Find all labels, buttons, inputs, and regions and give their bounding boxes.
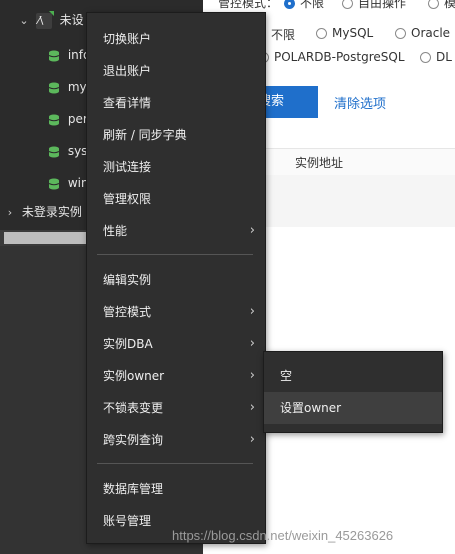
type-option-mysql[interactable]: MySQL [316,26,373,40]
control-mode-option-any[interactable]: 不限 [284,0,324,11]
column-header-address: 实例地址 [295,156,344,170]
type-option-oracle[interactable]: Oracle [395,26,450,40]
menu-item-label: 数据库管理 [103,482,164,496]
tree-instance-row[interactable]: ⌄ ⁄\ 未设 [16,6,84,34]
tree-instance-label: 未设 [59,13,84,27]
menu-item-view-details[interactable]: 查看详情 [87,87,265,119]
menu-item-label: 跨实例查询 [103,433,164,447]
menu-item-instance-dba[interactable]: 实例DBA › [87,328,265,360]
menu-separator [97,254,253,255]
database-icon [48,146,60,157]
menu-item-label: 测试连接 [103,160,152,174]
menu-item-label: 刷新 / 同步字典 [103,128,187,142]
menu-item-label: 实例DBA [103,337,153,351]
option-label: 不限 [271,28,296,42]
radio-icon[interactable] [428,0,439,9]
chevron-right-icon: › [249,368,255,383]
radio-icon[interactable] [316,28,327,39]
menu-item-label: 管理权限 [103,192,152,206]
submenu-item-set-owner[interactable]: 设置owner [264,392,442,424]
option-label: Oracle [411,26,451,40]
menu-item-test-connection[interactable]: 测试连接 [87,151,265,183]
chevron-right-icon: › [249,400,255,415]
menu-item-label: 管控模式 [103,305,152,319]
menu-item-switch-account[interactable]: 切换账户 [87,23,265,55]
menu-item-logout-account[interactable]: 退出账户 [87,55,265,87]
menu-item-control-mode[interactable]: 管控模式 › [87,296,265,328]
database-icon [48,114,60,125]
chevron-right-icon: › [249,304,255,319]
menu-item-edit-instance[interactable]: 编辑实例 [87,264,265,296]
watermark-text: https://blog.csdn.net/weixin_45263626 [172,528,394,543]
option-label: 模 [444,0,455,10]
control-mode-option-more[interactable]: 模 [428,0,455,11]
option-label: DL [436,50,452,64]
type-option-polardb-pg[interactable]: POLARDB-PostgreSQL [258,50,405,64]
option-label: 不限 [300,0,325,10]
chevron-right-icon: › [249,432,255,447]
menu-item-cross-instance-query[interactable]: 跨实例查询 › [87,424,265,456]
control-mode-option-free[interactable]: 自由操作 [342,0,406,11]
tree-db-item[interactable]: info [48,41,90,69]
owner-submenu: 空 设置owner [263,351,443,433]
tree-db-item[interactable]: sys [48,137,87,165]
chevron-down-icon[interactable]: ⌄ [16,7,32,35]
database-icon [48,50,60,61]
menu-item-performance[interactable]: 性能 › [87,215,265,247]
option-label: 自由操作 [358,0,407,10]
database-icon [48,82,60,93]
instance-icon: ⁄\ [35,10,54,29]
menu-separator [97,463,253,464]
menu-item-label: 账号管理 [103,514,152,528]
submenu-item-label: 设置owner [280,401,342,415]
menu-item-lockfree-change[interactable]: 不锁表变更 › [87,392,265,424]
control-mode-label: 管控模式： [218,0,279,10]
menu-item-label: 切换账户 [103,32,152,46]
chevron-right-icon: › [249,223,255,238]
menu-item-database-management[interactable]: 数据库管理 [87,473,265,505]
menu-item-instance-owner[interactable]: 实例owner › [87,360,265,392]
option-label: MySQL [332,26,374,40]
radio-icon[interactable] [420,52,431,63]
menu-item-label: 编辑实例 [103,273,152,287]
submenu-item-empty[interactable]: 空 [264,360,442,392]
menu-item-refresh-sync[interactable]: 刷新 / 同步字典 [87,119,265,151]
radio-icon[interactable] [395,28,406,39]
tree-db-label: sys [67,144,88,158]
menu-item-label: 实例owner [103,369,165,383]
menu-item-label: 不锁表变更 [103,401,164,415]
menu-item-manage-permissions[interactable]: 管理权限 [87,183,265,215]
chevron-right-icon: › [249,336,255,351]
option-label: POLARDB-PostgreSQL [274,50,405,64]
horizontal-scrollbar-thumb[interactable] [4,232,86,244]
radio-icon[interactable] [342,0,353,9]
menu-item-label: 性能 [103,224,128,238]
tree-unlogged-group[interactable]: › 未登录实例 [2,198,82,226]
context-menu: 切换账户 退出账户 查看详情 刷新 / 同步字典 测试连接 管理权限 性能 › 编… [86,12,266,544]
clear-options-link[interactable]: 清除选项 [334,93,386,112]
menu-item-label: 退出账户 [103,64,152,78]
submenu-item-label: 空 [280,369,293,383]
database-icon [48,178,60,189]
radio-checked-icon[interactable] [284,0,295,9]
chevron-right-icon[interactable]: › [2,199,18,227]
menu-item-label: 查看详情 [103,96,152,110]
tree-unlogged-label: 未登录实例 [21,205,82,219]
type-option-dl[interactable]: DL [420,50,452,64]
